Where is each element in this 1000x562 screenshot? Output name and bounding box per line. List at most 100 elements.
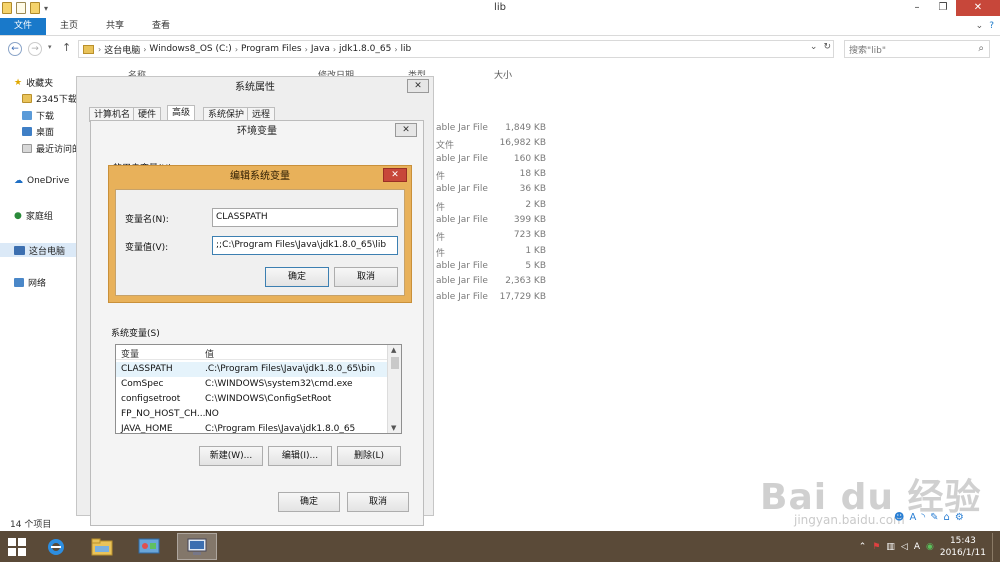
ok-button[interactable]: 确定 — [265, 267, 329, 287]
cloud-icon: ☁ — [14, 176, 23, 186]
chevron-up-icon[interactable]: ▲ — [391, 346, 396, 354]
sidebar-item-downloads[interactable]: 下载 — [22, 109, 54, 122]
chevron-down-icon[interactable]: ⌄ — [810, 42, 818, 52]
file-row[interactable]: able Jar File 160 KB — [436, 154, 566, 169]
system-properties-taskbar-icon[interactable] — [177, 533, 217, 560]
minimize-button[interactable]: – — [904, 0, 930, 16]
folder-icon[interactable] — [2, 2, 12, 14]
cancel-button[interactable]: 取消 — [334, 267, 398, 287]
breadcrumb-item[interactable]: Windows8_OS (C:) — [146, 44, 234, 54]
address-bar[interactable]: › 这台电脑 › Windows8_OS (C:) › Program File… — [78, 40, 834, 58]
help-icon[interactable]: ? — [989, 21, 994, 31]
tab-file[interactable]: 文件 — [0, 18, 47, 35]
file-row[interactable]: able Jar File 36 KB — [436, 184, 566, 199]
file-row[interactable]: able Jar File 2,363 KB — [436, 276, 566, 291]
start-button[interactable] — [8, 538, 26, 556]
ok-button[interactable]: 确定 — [278, 492, 340, 512]
column-size[interactable]: 大小 — [494, 68, 512, 81]
properties-icon[interactable] — [16, 2, 26, 14]
breadcrumb-item[interactable]: jdk1.8.0_65 — [336, 44, 394, 54]
gear-icon[interactable]: ⚙ — [955, 512, 964, 523]
internet-explorer-icon[interactable] — [42, 533, 70, 560]
close-button[interactable]: ✕ — [956, 0, 1000, 16]
tab-view[interactable]: 查看 — [138, 18, 184, 35]
sidebar-item-recent[interactable]: 最近访问的 — [22, 142, 81, 155]
column-variable[interactable]: 变量 — [121, 347, 139, 360]
maximize-button[interactable]: ❐ — [930, 0, 956, 16]
file-row[interactable]: able Jar File 5 KB — [436, 261, 566, 276]
clock[interactable]: 15:43 2016/1/11 — [940, 535, 986, 559]
variable-name-field[interactable]: CLASSPATH — [212, 208, 398, 227]
forward-icon[interactable]: → — [28, 42, 42, 56]
sidebar-item-network[interactable]: 网络 — [14, 276, 46, 289]
column-value[interactable]: 值 — [205, 347, 214, 360]
file-row[interactable]: 件2 KB — [436, 200, 566, 215]
scrollbar[interactable]: ▲ ▼ — [387, 345, 401, 433]
sidebar-item-2345[interactable]: 2345下载 — [22, 92, 77, 105]
flag-icon[interactable]: ⚑ — [872, 542, 880, 552]
cancel-button[interactable]: 取消 — [347, 492, 409, 512]
ime-indicator[interactable]: A — [914, 542, 920, 552]
chevron-up-icon[interactable]: ⌃ — [859, 542, 867, 552]
file-row[interactable]: 件 723 KB — [436, 230, 566, 245]
back-icon[interactable]: ← — [8, 42, 22, 56]
baidu-watermark-url: jingyan.baidu.com — [794, 513, 905, 527]
breadcrumb-item[interactable]: Program Files — [238, 44, 305, 54]
breadcrumb-item[interactable]: Java — [308, 44, 333, 54]
new-variable-button[interactable]: 新建(W)... — [199, 446, 263, 466]
network-icon[interactable]: ▥ — [886, 542, 895, 552]
sidebar-item-homegroup[interactable]: ● 家庭组 — [14, 209, 53, 223]
file-row[interactable]: 文件 16,982 KB — [436, 138, 566, 153]
punctuation-icon[interactable]: ◝ — [921, 512, 925, 523]
control-panel-icon[interactable] — [135, 533, 163, 560]
search-input[interactable]: 搜索"lib" ⌕ — [844, 40, 990, 58]
search-icon[interactable]: ⌕ — [978, 43, 984, 54]
scrollbar-thumb[interactable] — [391, 357, 399, 369]
show-desktop-button[interactable] — [992, 532, 996, 561]
file-row[interactable]: 件1 KB — [436, 246, 566, 261]
download-icon — [22, 111, 32, 120]
variable-value-label: 变量值(V): — [125, 243, 169, 253]
breadcrumb-item[interactable]: 这台电脑 — [101, 43, 143, 56]
security-icon[interactable]: ◉ — [926, 542, 934, 552]
sidebar-item-onedrive[interactable]: ☁ OneDrive — [14, 176, 69, 186]
tab-share[interactable]: 共享 — [92, 18, 138, 35]
list-item[interactable]: ComSpec C:\WINDOWS\system32\cmd.exe — [116, 377, 388, 392]
list-item[interactable]: FP_NO_HOST_CH... NO — [116, 407, 388, 422]
list-item[interactable]: configsetroot C:\WINDOWS\ConfigSetRoot — [116, 392, 388, 407]
sidebar-item-desktop[interactable]: 桌面 — [22, 125, 54, 138]
sidebar-item-thispc[interactable]: 这台电脑 — [0, 243, 78, 257]
list-item[interactable]: JAVA_HOME C:\Program Files\Java\jdk1.8.0… — [116, 422, 388, 433]
recent-locations-icon[interactable]: ▾ — [48, 43, 52, 51]
breadcrumb-item[interactable]: lib — [398, 44, 415, 54]
refresh-icon[interactable]: ↻ — [823, 42, 831, 52]
sidebar-item-favorites[interactable]: ★ 收藏夹 — [14, 76, 53, 90]
close-icon[interactable]: ✕ — [395, 123, 417, 137]
mascot-icon[interactable]: ☻ — [894, 512, 904, 523]
skin-icon[interactable]: ⌂ — [944, 512, 950, 523]
file-row[interactable]: able Jar File 1,849 KB — [436, 123, 566, 138]
file-row[interactable]: 件 18 KB — [436, 169, 566, 184]
tab-home[interactable]: 主页 — [46, 18, 92, 35]
delete-variable-button[interactable]: 删除(L) — [337, 446, 401, 466]
edit-variable-button[interactable]: 编辑(I)... — [268, 446, 332, 466]
file-explorer-icon[interactable] — [88, 533, 116, 560]
file-row[interactable]: able Jar File 17,729 KB — [436, 292, 566, 307]
list-item[interactable]: CLASSPATH .C:\Program Files\Java\jdk1.8.… — [116, 362, 388, 377]
chevron-down-icon[interactable]: ▾ — [44, 4, 48, 13]
file-row[interactable]: able Jar File 399 KB — [436, 215, 566, 230]
variable-value-field[interactable]: ;;C:\Program Files\Java\jdk1.8.0_65\lib — [212, 236, 398, 255]
close-icon[interactable]: ✕ — [383, 168, 407, 182]
new-folder-icon[interactable] — [30, 2, 40, 14]
system-variables-label: 系统变量(S) — [111, 329, 160, 339]
variable-name-label: 变量名(N): — [125, 215, 169, 225]
homegroup-icon: ● — [14, 210, 22, 221]
chevron-down-icon[interactable]: ⌄ — [976, 21, 984, 31]
close-icon[interactable]: ✕ — [407, 79, 429, 93]
system-variables-list[interactable]: 变量 值 CLASSPATH .C:\Program Files\Java\jd… — [115, 344, 402, 434]
chevron-down-icon[interactable]: ▼ — [391, 424, 396, 432]
volume-icon[interactable]: ◁ — [901, 542, 908, 552]
keyboard-icon[interactable]: ✎ — [930, 512, 938, 523]
ime-mode-icon[interactable]: A — [909, 512, 916, 523]
up-icon[interactable]: ↑ — [62, 41, 71, 54]
